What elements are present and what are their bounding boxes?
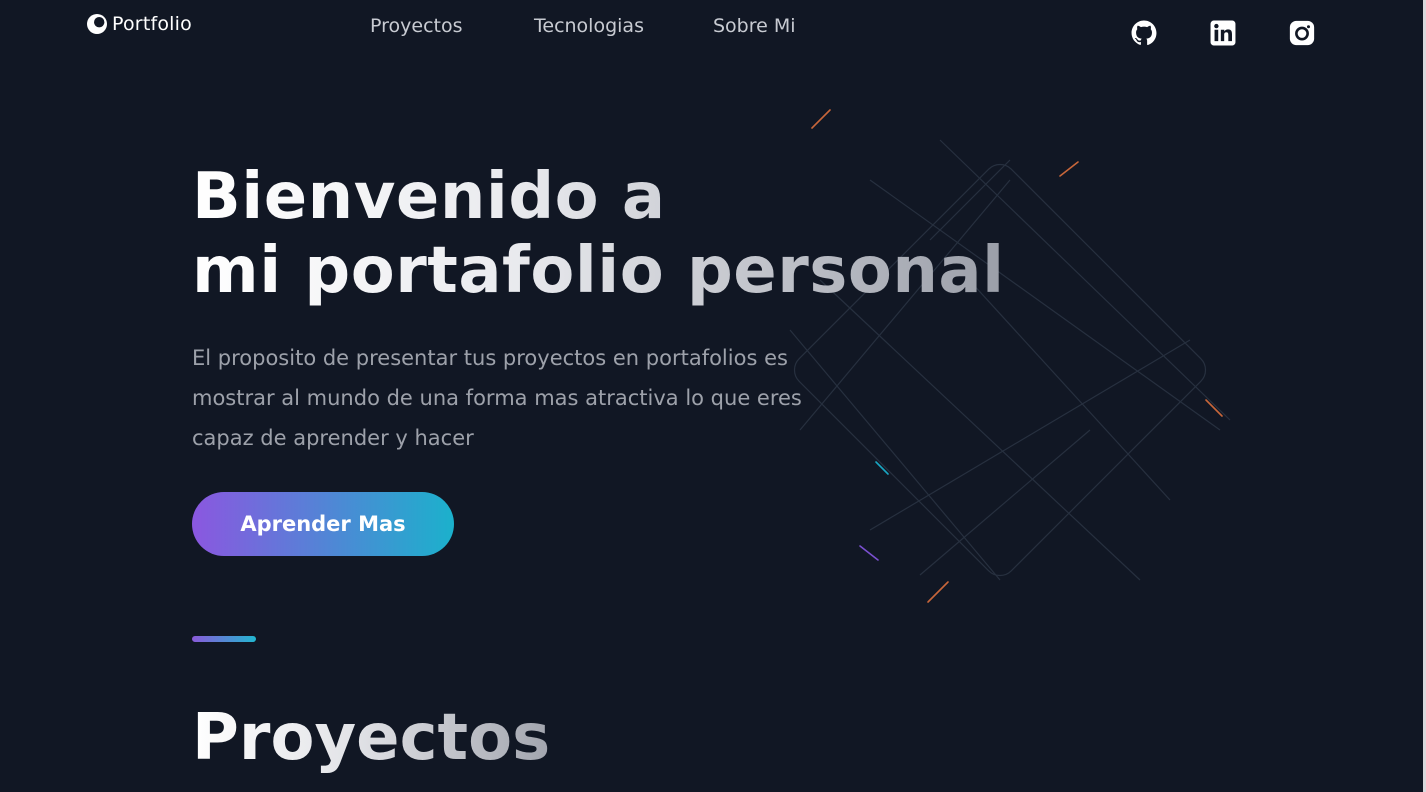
logo[interactable]: Portfolio: [86, 13, 192, 35]
logo-text: Portfolio: [112, 13, 192, 35]
hero-description-line: capaz de aprender y hacer: [192, 426, 474, 450]
hero-title: Bienvenido a mi portafolio personal: [192, 160, 1005, 308]
logo-icon: [87, 14, 107, 34]
nav-link-tecnologias[interactable]: Tecnologias: [534, 15, 644, 37]
github-icon: [1131, 20, 1157, 45]
page: Portfolio Proyectos Tecnologias Sobre Mi: [0, 0, 1426, 792]
nav-link-sobre-mi[interactable]: Sobre Mi: [713, 15, 796, 37]
linkedin-link[interactable]: [1210, 20, 1236, 46]
section-title-proyectos: Proyectos: [192, 698, 550, 778]
nav-link-proyectos[interactable]: Proyectos: [370, 15, 463, 37]
hero-title-line-1: Bienvenido a: [192, 160, 666, 234]
hero-title-line-2: mi portafolio personal: [192, 234, 1005, 308]
hero-description: El proposito de presentar tus proyectos …: [192, 338, 882, 458]
hero-description-line: mostrar al mundo de una forma mas atract…: [192, 386, 802, 410]
github-link[interactable]: [1131, 20, 1157, 46]
instagram-icon: [1289, 20, 1315, 46]
hero-description-line: El proposito de presentar tus proyectos …: [192, 346, 788, 370]
section-divider: [192, 636, 256, 642]
linkedin-icon: [1210, 20, 1236, 46]
learn-more-button[interactable]: Aprender Mas: [192, 492, 454, 556]
instagram-link[interactable]: [1289, 20, 1315, 46]
